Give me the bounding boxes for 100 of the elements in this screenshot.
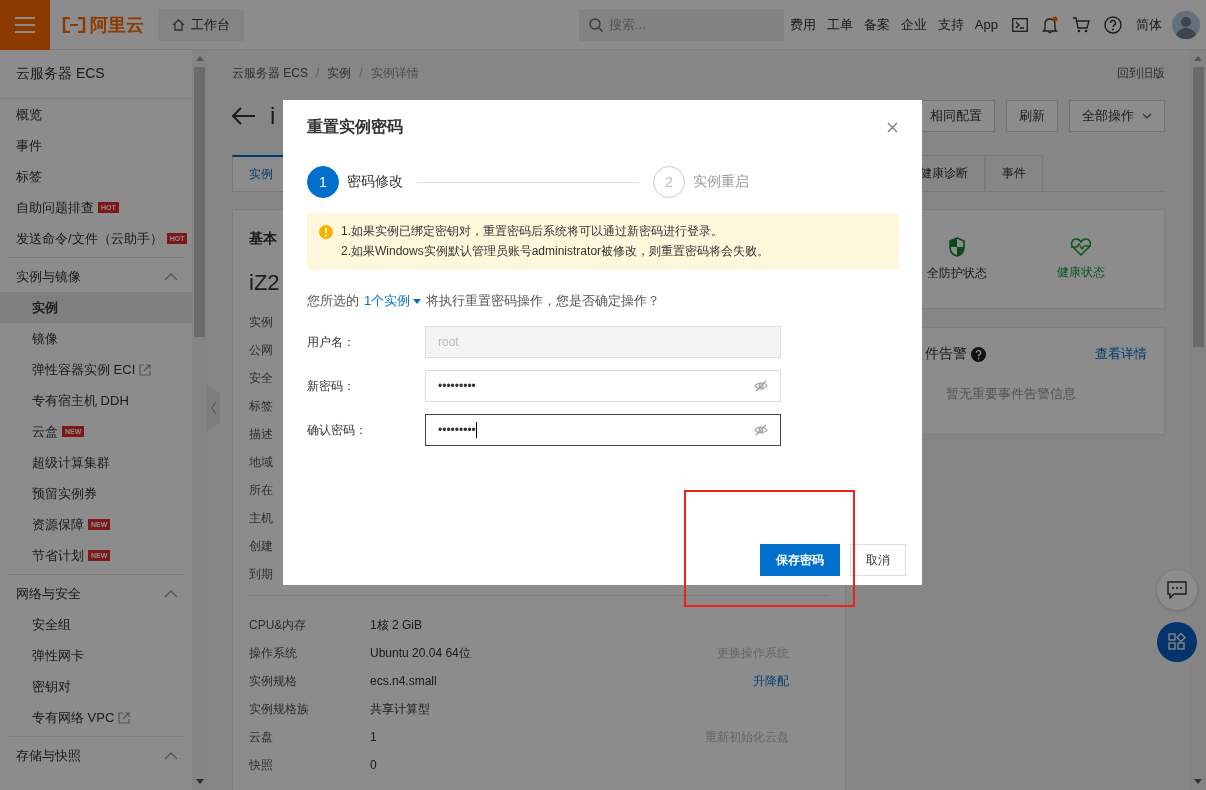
scroll-up-icon[interactable] xyxy=(1194,56,1202,61)
field-label: 地域 xyxy=(249,454,273,471)
apps-icon xyxy=(1168,633,1186,651)
question-text: 您所选的 xyxy=(307,292,359,310)
sidebar-item[interactable]: 实例 xyxy=(0,292,192,323)
language-menu[interactable]: 简体 xyxy=(1136,15,1162,34)
scroll-down-icon[interactable] xyxy=(1194,779,1202,784)
sidebar-group[interactable]: 存储与快照 xyxy=(0,740,192,771)
field-label: 公网 xyxy=(249,342,273,359)
back-arrow-icon[interactable] xyxy=(232,107,256,125)
top-nav-link[interactable]: App xyxy=(974,17,998,32)
warning-icon xyxy=(319,225,333,239)
status-label[interactable]: 全防护状态 xyxy=(927,264,987,282)
top-nav-link[interactable]: 工单 xyxy=(826,15,853,34)
field-label: 快照 xyxy=(249,756,274,774)
help-icon[interactable] xyxy=(971,346,986,362)
breadcrumb-link[interactable]: 实例 xyxy=(327,64,352,82)
avatar[interactable] xyxy=(1172,10,1200,39)
sidebar-item[interactable]: 专有网络 VPC xyxy=(0,702,192,733)
step-number: 1 xyxy=(307,166,339,198)
details-link[interactable]: 查看详情 xyxy=(1095,345,1147,363)
breadcrumb-current: 实例详情 xyxy=(370,64,419,82)
field-label: 标签 xyxy=(249,398,273,415)
top-nav-link[interactable]: 费用 xyxy=(789,15,816,34)
step-label: 实例重启 xyxy=(693,173,749,191)
card-title: 基本 xyxy=(249,230,277,248)
sidebar-item[interactable]: 预留实例券 xyxy=(0,478,192,509)
breadcrumb-separator: / xyxy=(316,66,320,80)
field-label: 实例 xyxy=(249,314,273,331)
breadcrumb-link[interactable]: 云服务器 ECS xyxy=(232,64,308,82)
field-label: 云盘 xyxy=(249,728,274,746)
sidebar-item[interactable]: 事件 xyxy=(0,130,192,161)
question-text: 将执行重置密码操作，您是否确定操作？ xyxy=(426,292,661,310)
scroll-up-icon[interactable] xyxy=(195,56,204,61)
action-link[interactable]: 升降配 xyxy=(753,672,789,690)
sidebar-item[interactable]: 专有宿主机 DDH xyxy=(0,385,192,416)
password-field[interactable]: ••••••••• xyxy=(425,370,781,402)
field-label: 所在 xyxy=(249,482,273,499)
heartbeat-icon xyxy=(1070,237,1092,256)
apps-button[interactable] xyxy=(1157,622,1197,662)
action-button[interactable]: 刷新 xyxy=(1006,100,1058,132)
caret-icon xyxy=(413,298,422,304)
sidebar-item[interactable]: 标签 xyxy=(0,161,192,192)
field-label: CPU&内存 xyxy=(249,616,308,634)
terminal-icon[interactable] xyxy=(1012,17,1028,32)
notice-text: 1.如果实例已绑定密钥对，重置密码后系统将可以通过新密码进行登录。 xyxy=(341,223,724,240)
sidebar-group[interactable]: 网络与安全 xyxy=(0,578,192,609)
field-label: 描述 xyxy=(249,426,273,443)
logo-icon xyxy=(62,16,86,33)
eye-off-icon[interactable] xyxy=(754,380,768,392)
field-label: 用户名： xyxy=(307,333,356,351)
sidebar-item[interactable]: 密钥对 xyxy=(0,671,192,702)
field-label: 到期 xyxy=(249,566,273,583)
chat-icon xyxy=(1167,581,1187,599)
save-button[interactable]: 保存密码 xyxy=(760,544,840,576)
old-version-link[interactable]: 回到旧版 xyxy=(1117,64,1165,82)
page-title: i xyxy=(270,102,276,130)
sidebar-group[interactable]: 实例与镜像 xyxy=(0,261,192,292)
sidebar-item[interactable]: 安全组 xyxy=(0,609,192,640)
field-label: 实例规格族 xyxy=(249,700,310,718)
top-nav-link[interactable]: 支持 xyxy=(937,15,964,34)
scroll-down-icon[interactable] xyxy=(195,779,204,784)
field-label: 安全 xyxy=(249,370,273,387)
field-label: 确认密码： xyxy=(307,421,368,439)
instances-link[interactable]: 1个实例 xyxy=(364,292,422,310)
menu-icon xyxy=(15,16,35,33)
close-icon xyxy=(887,122,898,133)
field-value: 1核 2 GiB xyxy=(370,616,424,634)
help-icon[interactable] xyxy=(1104,15,1122,34)
chat-button[interactable] xyxy=(1157,570,1197,610)
field-value: Ubuntu 20.04 64位 xyxy=(370,644,472,662)
home-icon xyxy=(172,18,185,31)
field-label: 主机 xyxy=(249,510,273,527)
menu-button[interactable] xyxy=(0,0,50,50)
sidebar-item[interactable]: 镜像 xyxy=(0,323,192,354)
cancel-button[interactable]: 取消 xyxy=(850,544,906,576)
field-value: 0 xyxy=(370,758,378,772)
password-field[interactable]: ••••••••• xyxy=(425,414,781,446)
bell-icon[interactable] xyxy=(1042,15,1058,34)
tab[interactable]: 事件 xyxy=(985,155,1043,191)
shield-icon xyxy=(948,236,966,257)
breadcrumb-separator: / xyxy=(359,66,363,80)
field-value: 1 xyxy=(370,730,378,744)
dialog-title: 重置实例密码 xyxy=(307,117,403,137)
field-label: 新密码： xyxy=(307,377,356,395)
step-label: 密码修改 xyxy=(347,173,403,191)
action-button[interactable]: 全部操作 xyxy=(1069,100,1165,132)
sidebar-item[interactable]: 概览 xyxy=(0,99,192,130)
close-button[interactable] xyxy=(887,122,898,133)
logo-text: 阿里云 xyxy=(90,13,144,37)
top-nav-link[interactable]: 备案 xyxy=(863,15,890,34)
field-value: 共享计算型 xyxy=(370,700,431,718)
cart-icon[interactable] xyxy=(1072,16,1090,33)
top-nav-link[interactable]: 企业 xyxy=(900,15,927,34)
eye-off-icon[interactable] xyxy=(754,424,768,436)
sidebar-item[interactable]: 弹性网卡 xyxy=(0,640,192,671)
sidebar-item[interactable]: 超级计算集群 xyxy=(0,447,192,478)
sidebar-item[interactable]: 弹性容器实例 ECI xyxy=(0,354,192,385)
workbench-button[interactable]: 工作台 xyxy=(158,8,244,41)
collapse-handle[interactable] xyxy=(207,385,220,431)
